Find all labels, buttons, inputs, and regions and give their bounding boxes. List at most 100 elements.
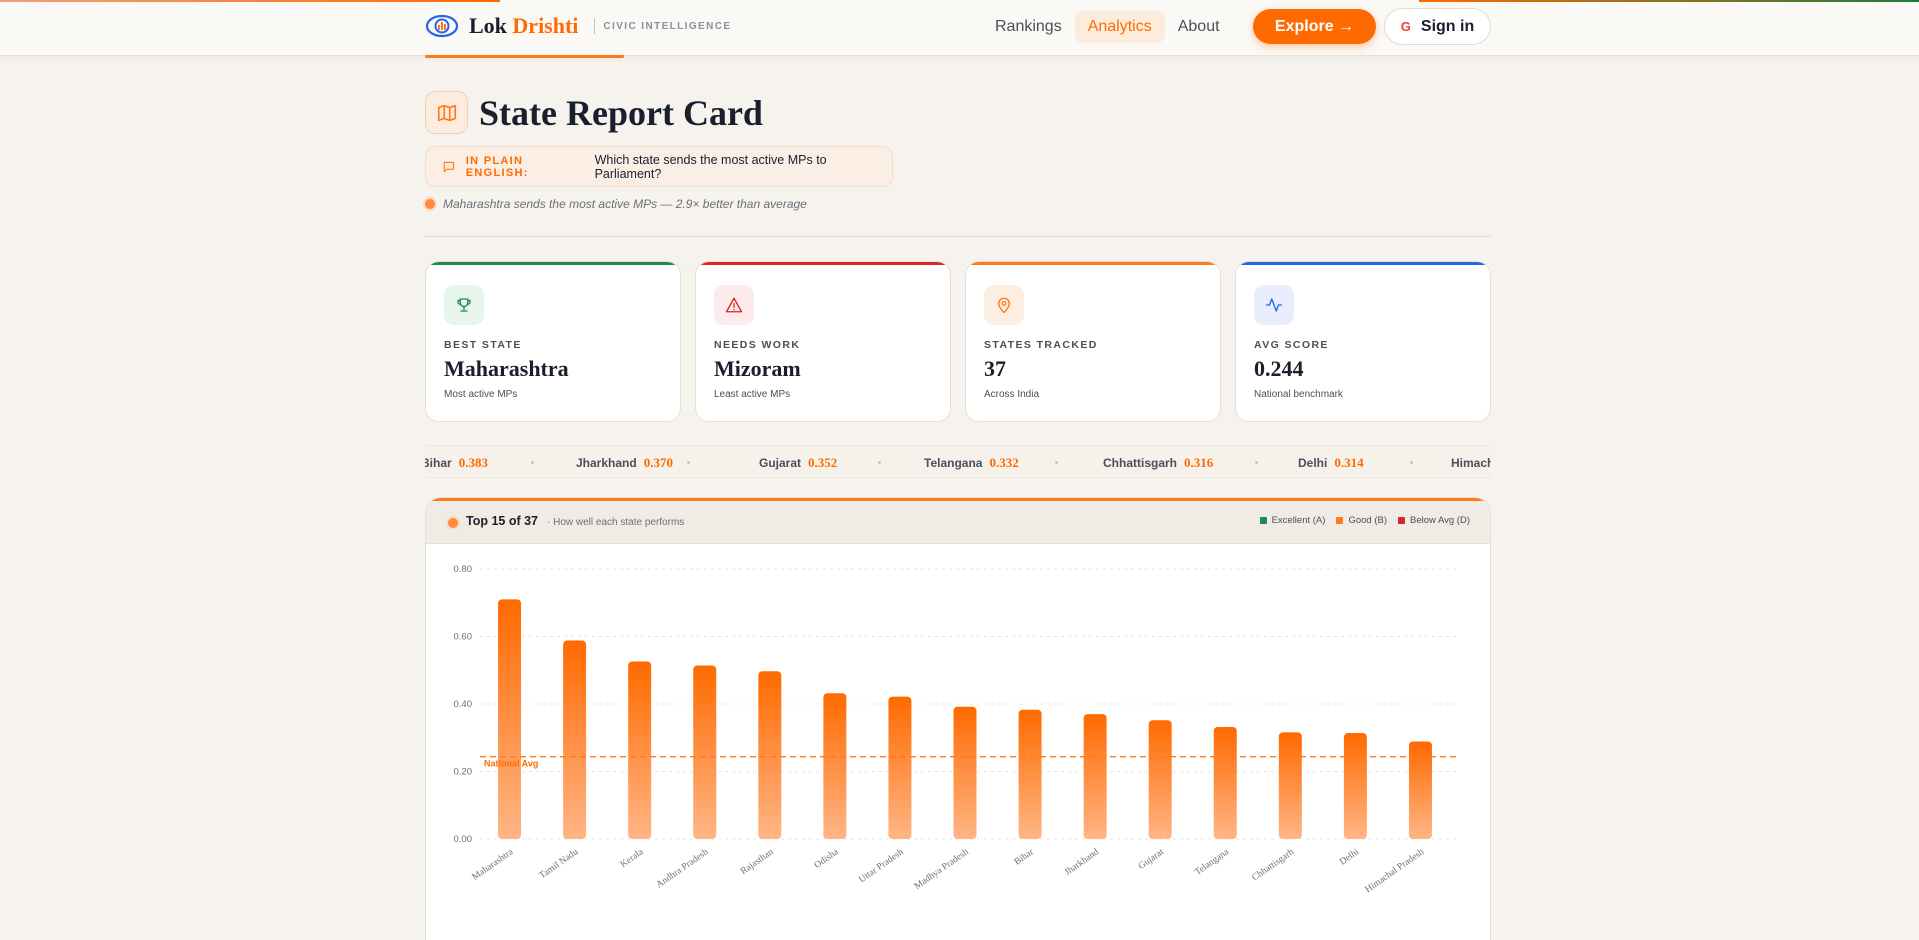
- y-tick-label: 0.60: [454, 632, 473, 643]
- bar-andhra-pradesh: [693, 665, 717, 839]
- accent-stripe-right: [1419, 0, 1919, 2]
- national-average-label: National Avg: [484, 759, 538, 769]
- bar-uttar-pradesh: [888, 696, 912, 839]
- ticker-item: Chhattisgarh 0.316: [1103, 454, 1214, 470]
- sign-in-button[interactable]: G Sign in: [1384, 8, 1491, 45]
- card-accent-line: [696, 262, 950, 265]
- card-value: 0.244: [1254, 356, 1304, 381]
- ticker-separator: [878, 461, 881, 464]
- card-value: Mizoram: [714, 356, 801, 381]
- bar-chhattisgarh: [1278, 732, 1302, 839]
- score-ticker: Bihar0.383 Jharkhand0.370 Gujarat0.352 T…: [425, 445, 1491, 478]
- map-icon: [425, 91, 468, 134]
- chart-legend: Excellent (A) Good (B) Below Avg (D): [1249, 515, 1470, 526]
- bar-tamil-nadu: [563, 640, 587, 839]
- ticker-separator: [687, 461, 690, 464]
- trophy-icon: [444, 285, 484, 325]
- section-divider: [425, 236, 1491, 237]
- bar-odisha: [823, 693, 847, 839]
- card-accent-line: [1236, 262, 1490, 265]
- needs-work-card: NEEDS WORK Mizoram Least active MPs: [695, 261, 951, 422]
- bar-rajasthan: [758, 671, 782, 839]
- nav-analytics[interactable]: Analytics: [1074, 11, 1165, 43]
- x-tick-label: Madhya Pradesh: [913, 847, 971, 892]
- bar-gujarat: [1148, 720, 1172, 839]
- panel-header: Top 15 of 37 · How well each state perfo…: [426, 501, 1490, 544]
- bar-kerala: [628, 661, 652, 839]
- x-tick-label: Kerala: [619, 847, 646, 870]
- ticker-separator: [1055, 461, 1058, 464]
- legend-item-good: Good (B): [1336, 515, 1387, 526]
- bar-bihar: [1018, 709, 1042, 839]
- x-tick-label: Gujarat: [1137, 847, 1166, 872]
- x-tick-label: Chhattisgarh: [1251, 847, 1297, 883]
- brand-logo-link[interactable]: Lok Drishti CIVIC INTELLIGENCE: [425, 10, 731, 42]
- insight-line: Maharashtra sends the most active MPs — …: [425, 197, 807, 211]
- alert-triangle-icon: [714, 285, 754, 325]
- explore-button[interactable]: Explore →: [1253, 9, 1376, 44]
- x-tick-label: Telangana: [1193, 847, 1231, 878]
- card-value: Maharashtra: [444, 356, 569, 381]
- legend-item-excellent: Excellent (A): [1259, 515, 1325, 526]
- bar-maharashtra: [498, 599, 522, 839]
- card-subtext: Least active MPs: [714, 389, 791, 400]
- ticker-separator: [1410, 461, 1413, 464]
- y-tick-label: 0.80: [454, 564, 473, 575]
- insight-dot: [425, 199, 435, 209]
- x-tick-label: Uttar Pradesh: [857, 847, 906, 885]
- avg-score-card: AVG SCORE 0.244 National benchmark: [1235, 261, 1491, 422]
- x-tick-label: Bihar: [1013, 847, 1037, 868]
- page-title: State Report Card: [479, 93, 763, 133]
- insight-text: Maharashtra sends the most active MPs — …: [443, 197, 807, 211]
- x-tick-label: Rajasthan: [739, 847, 776, 877]
- bar-jharkhand: [1083, 714, 1107, 839]
- card-label: NEEDS WORK: [714, 339, 801, 351]
- best-state-card: BEST STATE Maharashtra Most active MPs: [425, 261, 681, 422]
- card-subtext: National benchmark: [1254, 389, 1343, 400]
- x-tick-label: Jharkhand: [1063, 847, 1101, 878]
- brand-tagline: CIVIC INTELLIGENCE: [603, 20, 732, 32]
- ticker-separator: [1255, 461, 1258, 464]
- x-tick-label: Himachal Pradesh: [1364, 847, 1427, 895]
- x-tick-label: Andhra Pradesh: [655, 847, 711, 890]
- y-tick-label: 0.00: [454, 834, 473, 845]
- card-accent-line: [426, 262, 680, 265]
- ticker-item: Gujarat 0.352: [759, 454, 838, 470]
- panel-title: Top 15 of 37: [466, 514, 539, 528]
- ticker-item: Delhi 0.314: [1298, 454, 1364, 470]
- bar-delhi: [1343, 733, 1367, 839]
- brand-name: Lok Drishti: [469, 13, 579, 38]
- map-pin-icon: [984, 285, 1024, 325]
- google-icon: G: [1400, 19, 1411, 34]
- card-subtext: Most active MPs: [444, 389, 518, 400]
- plain-english-question: Which state sends the most active MPs to…: [594, 152, 827, 181]
- plain-english-label: IN PLAIN ENGLISH:: [465, 154, 529, 179]
- x-tick-label: Tamil Nadu: [538, 847, 581, 881]
- card-subtext: Across India: [984, 389, 1040, 400]
- x-tick-label: Odisha: [813, 847, 841, 871]
- bar-madhya-pradesh: [953, 706, 977, 839]
- panel-subtitle: · How well each state performs: [547, 517, 685, 528]
- card-label: AVG SCORE: [1254, 339, 1329, 351]
- ticker-item: Himach: [1451, 455, 1491, 470]
- top-navbar: Lok Drishti CIVIC INTELLIGENCE Rankings …: [0, 0, 1919, 58]
- scroll-progress-underline: [425, 55, 624, 58]
- state-chart-panel: Top 15 of 37 · How well each state perfo…: [425, 497, 1491, 940]
- ticker-separator: [531, 461, 534, 464]
- bar-telangana: [1213, 726, 1237, 839]
- state-score-bar-chart: 0.00 0.20 0.40 0.60 0.80 Maharashtra Tamil Nad…: [454, 564, 1456, 895]
- nav-about[interactable]: About: [1165, 11, 1233, 43]
- nav-rankings[interactable]: Rankings: [982, 11, 1075, 43]
- y-tick-label: 0.20: [454, 767, 473, 778]
- ticker-item: Telangana 0.332: [924, 454, 1019, 470]
- y-tick-label: 0.40: [454, 699, 473, 710]
- eye-logo-icon: [425, 14, 459, 38]
- message-square-icon: [443, 161, 455, 172]
- main-nav: Rankings Analytics About: [982, 11, 1233, 43]
- card-label: STATES TRACKED: [984, 339, 1098, 351]
- ticker-item: Jharkhand 0.370: [576, 454, 673, 470]
- plain-english-callout: IN PLAIN ENGLISH: Which state sends the …: [425, 146, 893, 187]
- brand-divider: [594, 18, 596, 34]
- accent-stripe-left: [0, 0, 500, 2]
- ticker-item: Bihar0.383: [425, 454, 488, 470]
